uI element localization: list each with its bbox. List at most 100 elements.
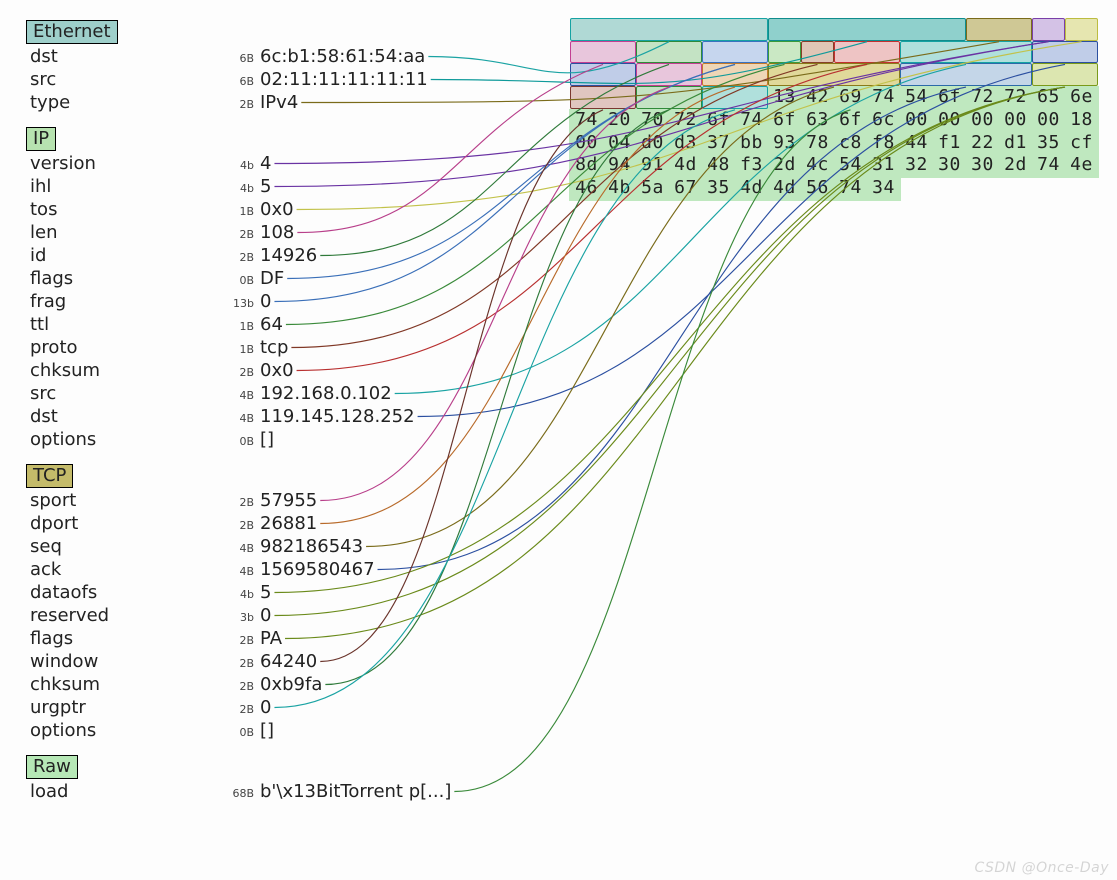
hex-byte: 61 [669, 18, 702, 41]
hex-byte: 93 [768, 132, 801, 155]
hex-byte: 6f [702, 109, 735, 132]
field-size: 4b [220, 588, 260, 601]
hex-byte: 78 [801, 132, 834, 155]
field-name: seq [26, 536, 220, 557]
layer-header-tcp: TCP [26, 464, 73, 488]
hex-row: 8d94914d48f32d4c54313230302d744e [570, 154, 1098, 177]
field-name: id [26, 245, 220, 266]
hex-row: 6cb1586154aa02111111111108004500 [570, 18, 1098, 41]
hex-byte: 4d [735, 177, 768, 200]
hex-byte: 91 [1065, 41, 1098, 64]
field-tcp-sport: sport2B57955 [26, 490, 566, 513]
hex-byte: 20 [603, 109, 636, 132]
hex-row: 006c3a4e400040060000c0a800667791 [570, 41, 1098, 64]
hex-byte: b1 [603, 18, 636, 41]
field-value: 119.145.128.252 [260, 406, 415, 427]
hex-byte: f3 [735, 154, 768, 177]
hex-byte: 69 [834, 86, 867, 109]
field-name: options [26, 429, 220, 450]
hex-row: 464b5a67354d4d567434 [570, 177, 1098, 200]
field-name: window [26, 651, 220, 672]
hex-byte: 67 [669, 177, 702, 200]
field-name: proto [26, 337, 220, 358]
hex-byte: 00 [702, 86, 735, 109]
hex-byte: 18 [1065, 63, 1098, 86]
field-ip-id: id2B14926 [26, 245, 566, 268]
hex-byte: 01 [735, 63, 768, 86]
field-size: 0B [220, 435, 260, 448]
hex-dump: 6cb1586154aa02111111111108004500006c3a4e… [570, 18, 1098, 200]
hex-byte: c8 [834, 132, 867, 155]
hex-byte: 00 [867, 41, 900, 64]
hex-byte: 91 [636, 154, 669, 177]
hex-byte: 69 [702, 63, 735, 86]
hex-byte: 6c [867, 109, 900, 132]
field-name: len [26, 222, 220, 243]
hex-byte: 11 [867, 18, 900, 41]
hex-byte: b3 [999, 63, 1032, 86]
field-size: 2B [220, 228, 260, 241]
hex-byte: 45 [1032, 18, 1065, 41]
field-value: 26881 [260, 513, 317, 534]
hex-byte: 22 [966, 132, 999, 155]
field-tcp-dataofs: dataofs4b5 [26, 582, 566, 605]
hex-byte: 63 [801, 109, 834, 132]
hex-byte: cf [1065, 132, 1098, 155]
hex-byte: 11 [834, 18, 867, 41]
field-size: 3b [220, 611, 260, 624]
hex-byte: 00 [999, 109, 1032, 132]
hex-row: 0004d0d337bb9378c8f844f122d135cf [570, 132, 1098, 155]
hex-byte: 00 [735, 86, 768, 109]
hex-row: 742070726f746f636f6c000000000018 [570, 109, 1098, 132]
field-value: 0x0 [260, 199, 294, 220]
field-name: src [26, 383, 220, 404]
field-ip-chksum: chksum2B0x0 [26, 360, 566, 383]
hex-byte: 4d [768, 177, 801, 200]
hex-byte: 6c [570, 18, 603, 41]
field-value: 108 [260, 222, 294, 243]
field-name: frag [26, 291, 220, 312]
hex-byte: 40 [768, 41, 801, 64]
hex-byte: 77 [1032, 41, 1065, 64]
field-size: 4b [220, 182, 260, 195]
hex-byte: 80 [570, 63, 603, 86]
field-ip-flags: flags0BDF [26, 268, 566, 291]
watermark: CSDN @Once-Day [974, 860, 1109, 876]
field-value: 57955 [260, 490, 317, 511]
field-name: dst [26, 406, 220, 427]
hex-byte: 08 [966, 18, 999, 41]
field-name: flags [26, 268, 220, 289]
field-name: reserved [26, 605, 220, 626]
field-size: 0B [220, 726, 260, 739]
field-size: 2B [220, 98, 260, 111]
field-ip-ttl: ttl1B64 [26, 314, 566, 337]
field-value: 0xb9fa [260, 674, 322, 695]
hex-byte: 06 [801, 41, 834, 64]
field-name: sport [26, 490, 220, 511]
hex-byte: 72 [966, 86, 999, 109]
field-value: 1569580467 [260, 559, 375, 580]
hex-byte: 34 [867, 177, 900, 200]
hex-byte: 4c [801, 154, 834, 177]
hex-row: 80fce26369013a8afa2f5d8de5b35018 [570, 63, 1098, 86]
field-name: tos [26, 199, 220, 220]
field-ethernet-src: src6B02:11:11:11:11:11 [26, 69, 566, 92]
field-raw-load: load68Bb'\x13BitTorrent p[...] [26, 781, 566, 804]
hex-byte: 30 [966, 154, 999, 177]
field-name: options [26, 720, 220, 741]
hex-byte: 2d [999, 154, 1032, 177]
hex-byte: 6e [1065, 86, 1098, 109]
hex-byte: 50 [1032, 63, 1065, 86]
field-value: 5 [260, 176, 271, 197]
field-tcp-options: options0B[] [26, 720, 566, 743]
field-size: 2B [220, 657, 260, 670]
hex-byte: 8d [933, 63, 966, 86]
hex-byte: 00 [570, 41, 603, 64]
field-value: 0 [260, 605, 271, 626]
field-size: 4B [220, 389, 260, 402]
field-name: dataofs [26, 582, 220, 603]
field-size: 1B [220, 343, 260, 356]
hex-byte: 4e [1065, 154, 1098, 177]
field-size: 6B [220, 52, 260, 65]
field-value: [] [260, 720, 274, 741]
